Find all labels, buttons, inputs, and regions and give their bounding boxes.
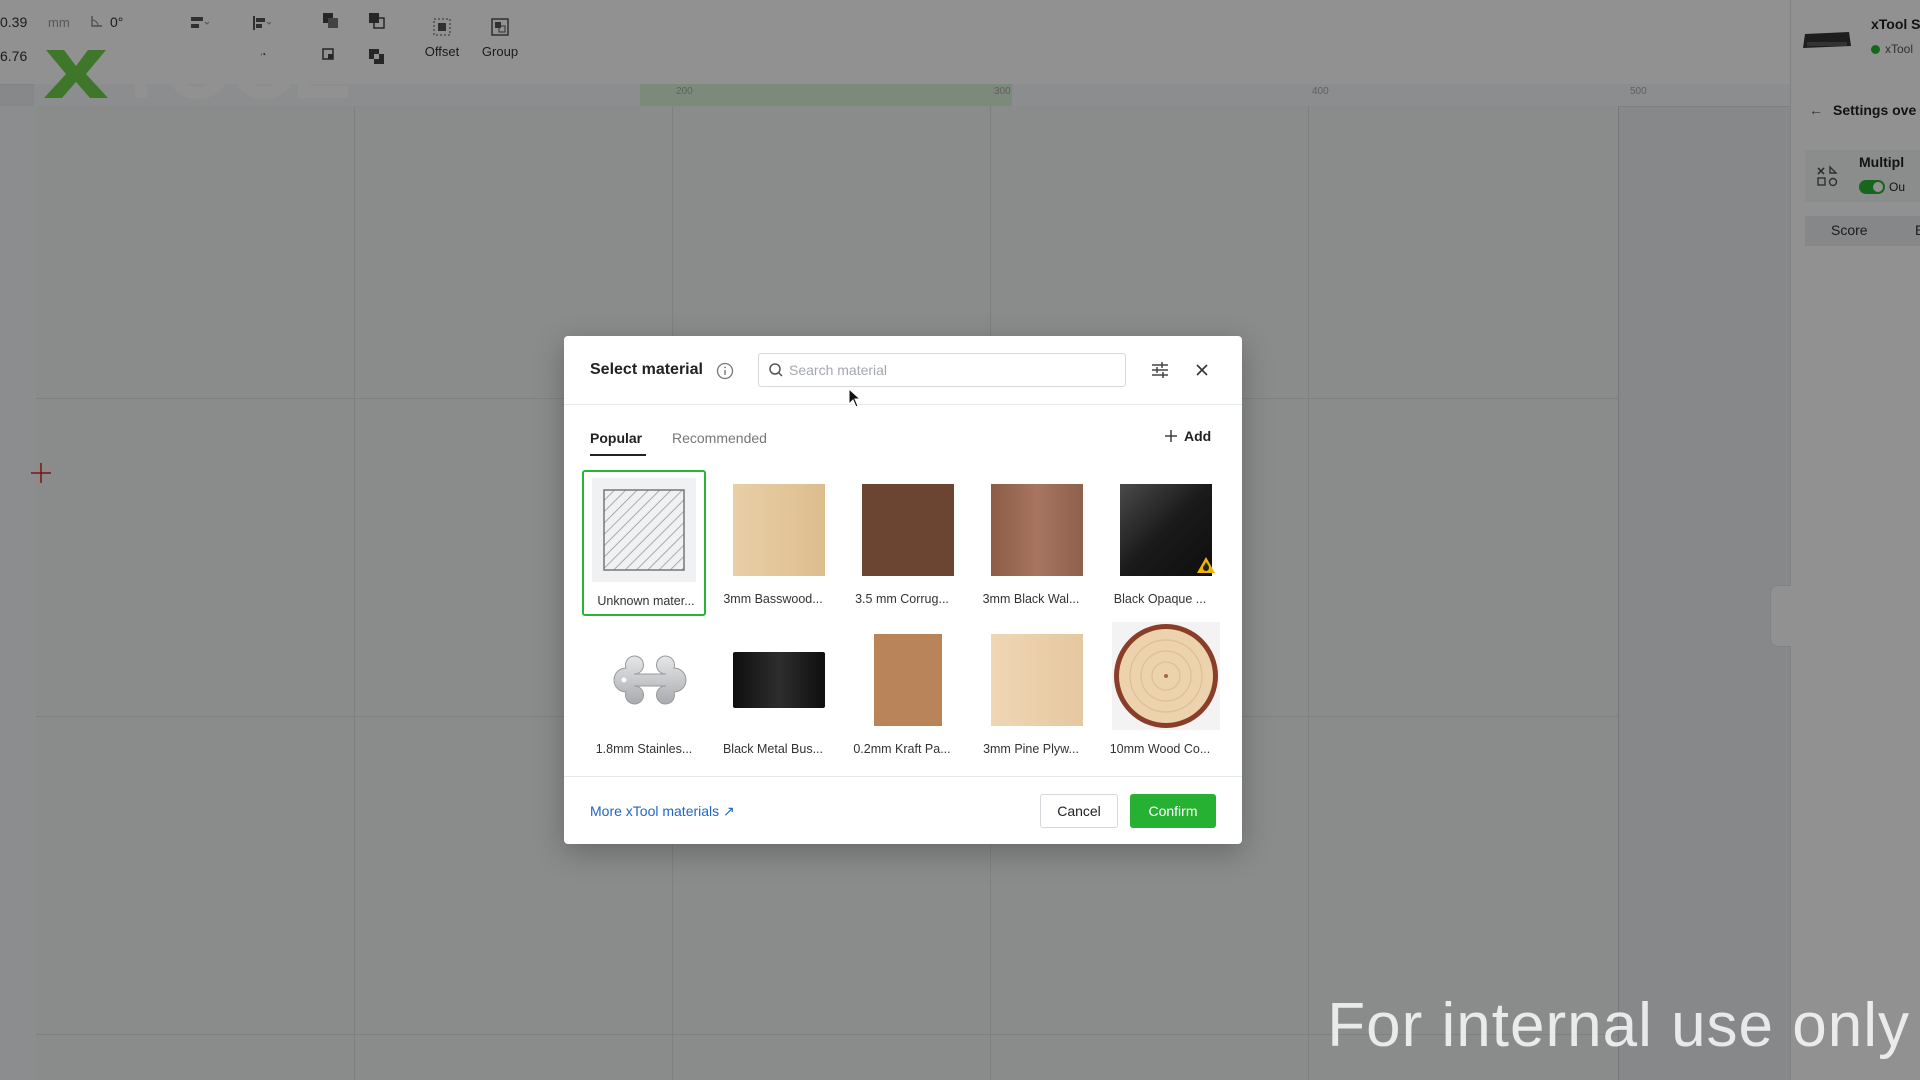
pine-plywood-thumbnail (991, 634, 1083, 726)
material-tile-black-metal-card[interactable]: Black Metal Bus... (711, 620, 835, 766)
material-tile-corrugated[interactable]: 3.5 mm Corrug... (840, 470, 964, 616)
unknown-material-thumbnail (592, 478, 696, 582)
material-search-box[interactable] (758, 353, 1126, 387)
select-material-dialog: Select material Popular Recommended (564, 336, 1242, 844)
dialog-footer: More xTool materials ↗ Cancel Confirm (564, 776, 1242, 845)
material-label: 3mm Pine Plyw... (983, 742, 1079, 756)
bone-tag-thumbnail (613, 655, 687, 705)
dialog-title: Select material (590, 361, 703, 378)
material-tile-black-walnut[interactable]: 3mm Black Wal... (969, 470, 1093, 616)
material-tile-wood-coaster[interactable]: 10mm Wood Co... (1098, 620, 1222, 766)
material-label: 10mm Wood Co... (1109, 742, 1211, 756)
material-tile-black-acrylic[interactable]: Black Opaque ... (1098, 470, 1222, 616)
active-tab-indicator (590, 454, 646, 456)
kraft-paper-thumbnail (874, 634, 942, 726)
material-label: 0.2mm Kraft Pa... (853, 742, 951, 756)
corrugated-thumbnail (862, 484, 954, 576)
confirm-button[interactable]: Confirm (1130, 794, 1216, 828)
search-input[interactable] (789, 354, 1119, 386)
plus-icon (1165, 430, 1177, 442)
fire-warning-icon (1197, 557, 1215, 573)
metal-card-thumbnail (733, 652, 825, 708)
material-label: 3.5 mm Corrug... (855, 592, 949, 606)
wood-slice-thumbnail (1112, 622, 1220, 730)
add-material-button[interactable]: Add (1164, 428, 1211, 444)
tab-popular[interactable]: Popular (590, 430, 642, 446)
add-label: Add (1184, 428, 1212, 444)
mouse-cursor-icon (848, 388, 862, 408)
material-tile-stainless-tag[interactable]: 1.8mm Stainles... (582, 620, 706, 766)
cancel-button[interactable]: Cancel (1040, 794, 1118, 828)
material-tile-pine-plywood[interactable]: 3mm Pine Plyw... (969, 620, 1093, 766)
material-tile-unknown[interactable]: Unknown mater... (582, 470, 706, 616)
material-label: Black Metal Bus... (722, 742, 824, 756)
tab-recommended[interactable]: Recommended (672, 430, 767, 446)
basswood-thumbnail (733, 484, 825, 576)
material-tile-basswood[interactable]: 3mm Basswood... (711, 470, 835, 616)
dialog-header: Select material (564, 336, 1242, 405)
filter-settings-icon[interactable] (1149, 359, 1171, 381)
info-icon[interactable] (716, 362, 734, 380)
material-label: 3mm Black Wal... (982, 592, 1080, 606)
close-icon[interactable] (1192, 360, 1212, 380)
internal-use-watermark: For internal use only (1327, 991, 1910, 1060)
material-label: 1.8mm Stainles... (595, 742, 693, 756)
material-label: 3mm Basswood... (723, 592, 823, 606)
material-tile-kraft-paper[interactable]: 0.2mm Kraft Pa... (840, 620, 964, 766)
search-icon (769, 363, 783, 377)
more-materials-link[interactable]: More xTool materials ↗ (590, 803, 735, 820)
black-walnut-thumbnail (991, 484, 1083, 576)
material-label: Unknown mater... (597, 594, 695, 608)
material-label: Black Opaque ... (1113, 592, 1207, 606)
